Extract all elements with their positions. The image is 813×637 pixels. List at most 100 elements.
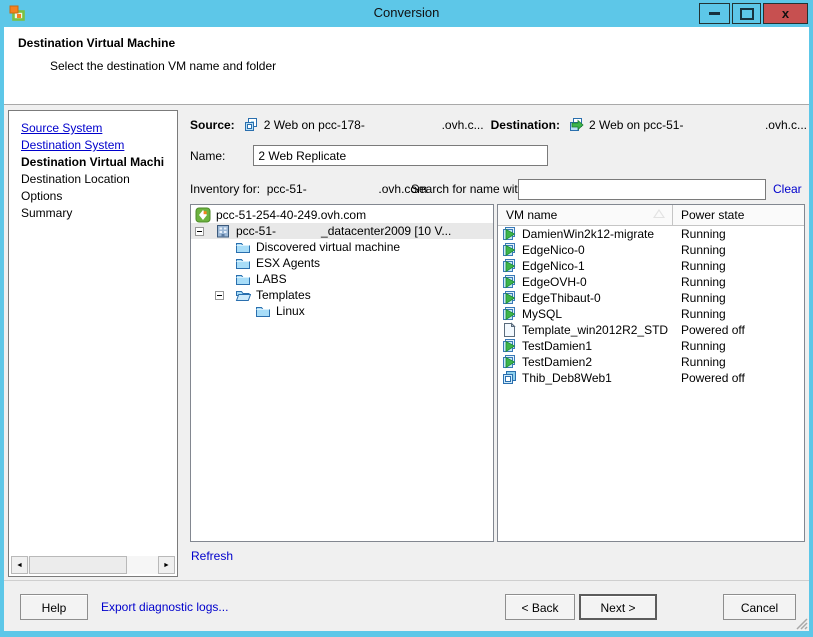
folder-icon <box>235 239 251 255</box>
export-diagnostic-logs-link[interactable]: Export diagnostic logs... <box>101 600 228 614</box>
minimize-button[interactable] <box>699 3 730 24</box>
power-state-cell: Powered off <box>673 371 804 385</box>
vm-table-row[interactable]: DamienWin2k12-migrateRunning <box>498 226 804 242</box>
vm-name-label: EdgeThibaut-0 <box>522 291 601 305</box>
tree-item[interactable]: Linux <box>191 303 493 319</box>
power-state-cell: Running <box>673 243 804 257</box>
inventory-redacted-gap <box>310 192 375 193</box>
vm-name-label: DamienWin2k12-migrate <box>522 227 654 241</box>
inventory-for-text: Inventory for: pcc-51- .ovh.com <box>190 182 427 196</box>
name-label: Name: <box>190 149 225 163</box>
vm-table-row[interactable]: EdgeNico-1 Running <box>498 258 804 274</box>
steps-horizontal-scrollbar[interactable]: ◄ ► <box>11 556 175 574</box>
vm-running-icon <box>501 242 517 258</box>
power-state-cell: Running <box>673 339 804 353</box>
window-controls: x <box>699 3 808 24</box>
cancel-button[interactable]: Cancel <box>723 594 796 620</box>
vm-table-panel: VM name Power state DamienWin2k12-migrat… <box>497 204 805 542</box>
sidebar-item-destination-system[interactable]: Destination System <box>21 137 177 154</box>
next-button[interactable]: Next > <box>579 594 657 620</box>
vm-table-row[interactable]: EdgeOVH-0Running <box>498 274 804 290</box>
vm-table-row[interactable]: EdgeNico-0 Running <box>498 242 804 258</box>
vm-template-icon <box>501 322 517 338</box>
folder-icon <box>235 271 251 287</box>
wizard-steps-panel: Source SystemDestination SystemDestinati… <box>8 110 178 577</box>
scrollbar-track[interactable] <box>127 556 158 574</box>
tree-item[interactable]: pcc-51-254-40-249.ovh.com <box>191 207 493 223</box>
tree-item-label: ESX Agents <box>256 256 320 270</box>
tree-item-label: Discovered virtual machine <box>256 240 400 254</box>
search-name-input[interactable] <box>518 179 766 200</box>
tree-item[interactable]: ESX Agents <box>191 255 493 271</box>
inventory-label: Inventory for: <box>190 182 260 196</box>
name-row: Name: <box>190 145 548 166</box>
window-title: Conversion <box>0 5 813 20</box>
power-state-cell: Running <box>673 355 804 369</box>
power-state-cell: Running <box>673 275 804 289</box>
destination-redacted-gap <box>683 125 765 126</box>
inventory-tree: pcc-51-254-40-249.ovh.compcc-51-_datacen… <box>191 205 493 319</box>
folder-icon <box>235 255 251 271</box>
inventory-tree-panel: pcc-51-254-40-249.ovh.compcc-51-_datacen… <box>190 204 494 542</box>
help-button[interactable]: Help <box>20 594 88 620</box>
tree-item[interactable]: pcc-51-_datacenter2009 [10 V... <box>191 223 493 239</box>
vm-name-cell: MySQL <box>498 306 673 322</box>
tree-item[interactable]: LABS <box>191 271 493 287</box>
vm-table-row[interactable]: Thib_Deb8Web1Powered off <box>498 370 804 386</box>
conversion-window: { "window": { "title": "Conversion" }, "… <box>0 0 813 637</box>
vm-name-column-label: VM name <box>506 208 557 222</box>
sidebar-item-destination-virtual-machi: Destination Virtual Machi <box>21 154 177 171</box>
vm-table-row[interactable]: Template_win2012R2_STDPowered off <box>498 322 804 338</box>
column-header-power-state[interactable]: Power state <box>673 205 804 225</box>
vm-name-cell: Thib_Deb8Web1 <box>498 370 673 386</box>
destination-value-suffix: .ovh.c... <box>765 118 807 132</box>
source-redacted-gap <box>365 125 442 126</box>
scroll-left-button[interactable]: ◄ <box>11 556 28 574</box>
vm-name-cell: TestDamien1 <box>498 338 673 354</box>
vm-table-row[interactable]: MySQL Running <box>498 306 804 322</box>
back-button[interactable]: < Back <box>505 594 575 620</box>
clear-search-link[interactable]: Clear <box>773 182 802 196</box>
collapse-minus-icon <box>215 291 224 300</box>
vm-name-label: EdgeNico-1 <box>522 259 585 273</box>
search-label: Search for name with: <box>411 182 528 196</box>
close-button[interactable]: x <box>763 3 808 24</box>
power-state-cell: Running <box>673 259 804 273</box>
sidebar-item-source-system[interactable]: Source System <box>21 120 177 137</box>
vm-table-row[interactable]: EdgeThibaut-0Running <box>498 290 804 306</box>
vm-off-icon <box>501 370 517 386</box>
vm-name-label: EdgeNico-0 <box>522 243 585 257</box>
vm-name-cell: Template_win2012R2_STD <box>498 322 673 338</box>
tree-item-label: Linux <box>276 304 305 318</box>
maximize-button[interactable] <box>732 3 761 24</box>
inventory-host: pcc-51- <box>267 182 307 196</box>
sidebar-item-summary: Summary <box>21 205 177 222</box>
wizard-steps: Source SystemDestination SystemDestinati… <box>9 111 177 222</box>
collapse-minus-icon <box>195 227 204 236</box>
scrollbar-thumb[interactable] <box>29 556 127 574</box>
power-state-column-label: Power state <box>681 208 744 222</box>
source-destination-row: Source: 2 Web on pcc-178- .ovh.c... Dest… <box>190 117 807 133</box>
refresh-link[interactable]: Refresh <box>191 549 233 563</box>
tree-item[interactable]: Discovered virtual machine <box>191 239 493 255</box>
tree-item-label: pcc-51-254-40-249.ovh.com <box>216 208 366 222</box>
sidebar-item-options: Options <box>21 188 177 205</box>
vm-name-cell: EdgeNico-1 <box>498 258 673 274</box>
destination-value: 2 Web on pcc-51- <box>589 118 684 132</box>
scroll-right-button[interactable]: ► <box>158 556 175 574</box>
vm-name-input[interactable] <box>253 145 548 166</box>
tree-collapse-toggle[interactable] <box>195 227 215 236</box>
tree-item-label: Templates <box>256 288 311 302</box>
vm-table-row[interactable]: TestDamien2 Running <box>498 354 804 370</box>
power-state-cell: Running <box>673 307 804 321</box>
vm-table-row[interactable]: TestDamien1Running <box>498 338 804 354</box>
tree-item[interactable]: Templates <box>191 287 493 303</box>
vm-name-label: MySQL <box>522 307 562 321</box>
vm-table-rows: DamienWin2k12-migrateRunningEdgeNico-0Ru… <box>498 226 804 386</box>
datacenter-icon <box>215 223 231 239</box>
vcenter-icon <box>195 207 211 223</box>
vm-name-label: TestDamien2 <box>522 355 592 369</box>
resize-grip[interactable] <box>794 616 808 630</box>
tree-collapse-toggle[interactable] <box>215 291 235 300</box>
column-header-vm-name[interactable]: VM name <box>498 205 673 225</box>
